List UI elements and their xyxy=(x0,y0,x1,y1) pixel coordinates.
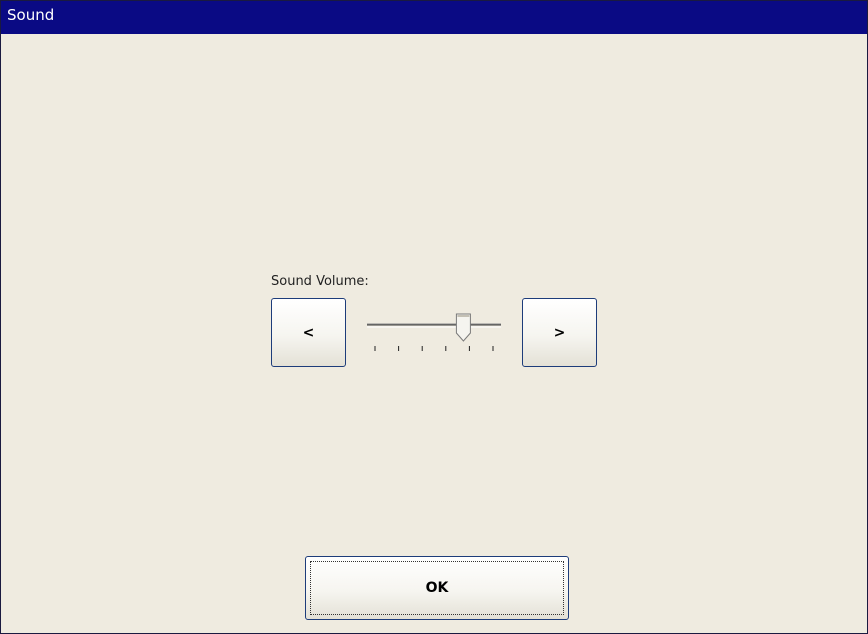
sound-dialog: Sound Sound Volume: < > OK xyxy=(0,0,868,634)
slider-ticks xyxy=(374,346,494,351)
volume-decrease-button[interactable]: < xyxy=(271,298,346,367)
ok-label: OK xyxy=(425,580,449,596)
window-title: Sound xyxy=(7,5,55,24)
title-bar[interactable]: Sound xyxy=(1,1,867,34)
volume-increase-label: > xyxy=(553,324,566,341)
slider-thumb[interactable] xyxy=(455,313,471,342)
volume-increase-button[interactable]: > xyxy=(522,298,597,367)
sound-volume-label: Sound Volume: xyxy=(271,274,369,289)
volume-decrease-label: < xyxy=(302,324,315,341)
ok-button[interactable]: OK xyxy=(305,556,569,620)
volume-slider[interactable] xyxy=(363,306,505,360)
